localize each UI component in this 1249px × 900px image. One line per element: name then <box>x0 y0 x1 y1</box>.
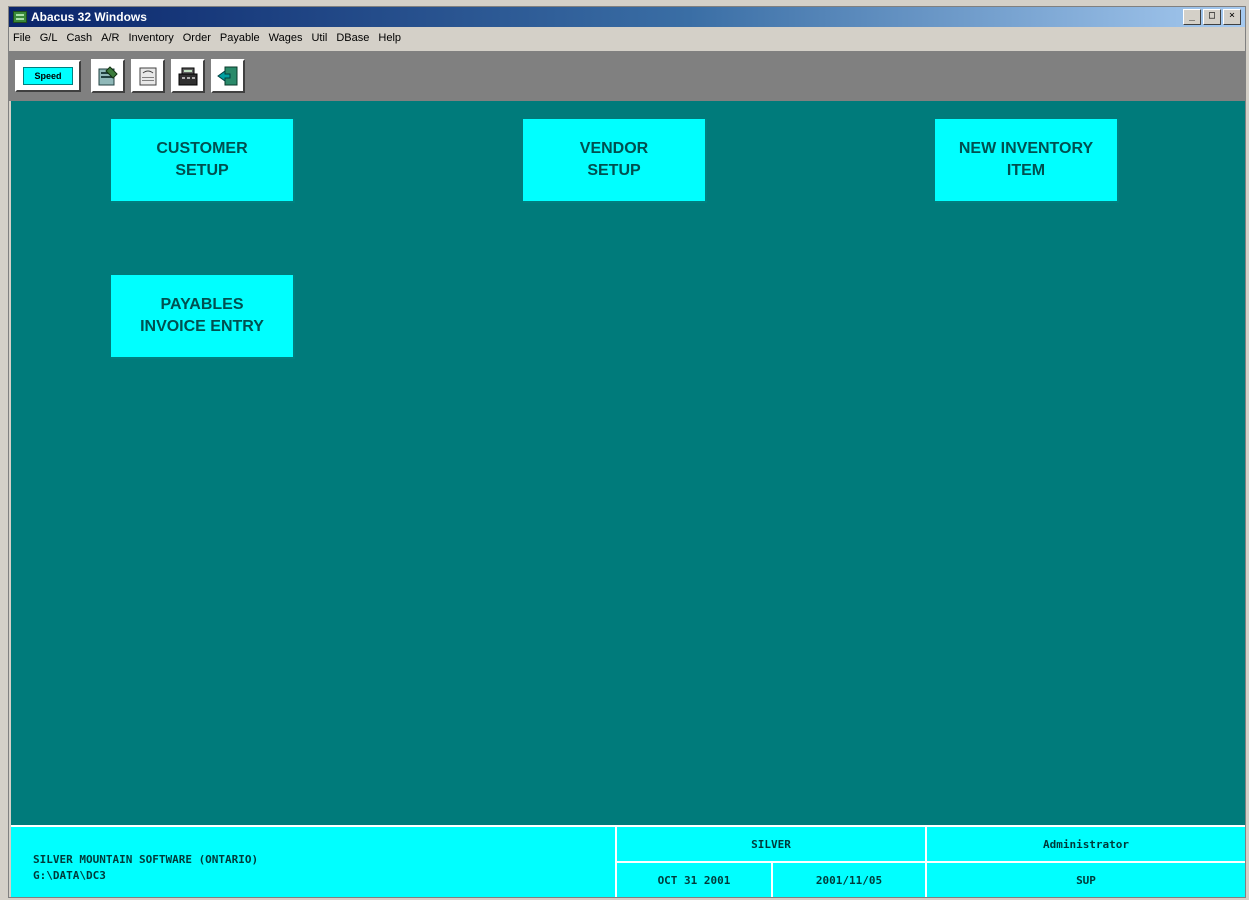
tile-label-line1: NEW INVENTORY <box>958 140 1094 157</box>
menu-dbase[interactable]: DBase <box>336 32 369 44</box>
menu-wages[interactable]: Wages <box>269 32 303 44</box>
new-inventory-item-tile[interactable]: NEW INVENTORY ITEM <box>935 119 1119 203</box>
tile-label-line1: PAYABLES <box>160 296 244 313</box>
company-name: SILVER MOUNTAIN SOFTWARE (ONTARIO) <box>33 853 259 866</box>
menu-gl[interactable]: G/L <box>40 32 58 44</box>
company-code: SILVER <box>617 827 927 861</box>
status-company-panel: SILVER MOUNTAIN SOFTWARE (ONTARIO) G:\DA… <box>11 827 617 897</box>
tile-label-line2: INVOICE ENTRY <box>140 318 264 335</box>
tile-label-line1: CUSTOMER <box>156 140 248 157</box>
tile-label-line2: SETUP <box>175 162 229 179</box>
app-icon[interactable] <box>13 11 27 23</box>
menu-util[interactable]: Util <box>311 32 327 44</box>
tile-label-line2: ITEM <box>1006 162 1046 179</box>
menu-cash[interactable]: Cash <box>66 32 92 44</box>
menu-bar: File G/L Cash A/R Inventory Order Payabl… <box>9 28 410 48</box>
title-bar[interactable]: Abacus 32 Windows _ □ × <box>9 7 1245 27</box>
status-bar: SILVER MOUNTAIN SOFTWARE (ONTARIO) G:\DA… <box>11 825 1245 897</box>
speed-button[interactable]: Speed <box>15 60 81 92</box>
system-date-text: 2001/11/05 <box>815 873 883 887</box>
register-tool-button[interactable] <box>171 59 205 93</box>
close-button[interactable]: × <box>1223 9 1241 25</box>
speed-label: Speed <box>23 67 73 85</box>
vendor-setup-tile[interactable]: VENDOR SETUP <box>523 119 707 203</box>
ledger-tool-button[interactable] <box>91 59 125 93</box>
app-window: Abacus 32 Windows _ □ × File G/L Cash A/… <box>8 6 1246 898</box>
window-controls: _ □ × <box>1183 9 1241 25</box>
company-code-text: SILVER <box>751 837 791 851</box>
menu-ar[interactable]: A/R <box>101 32 119 44</box>
speed-panel: CUSTOMER SETUP VENDOR SETUP NEW INVENTOR… <box>11 101 1245 827</box>
tile-label-line2: SETUP <box>587 162 641 179</box>
tile-label-line1: VENDOR <box>579 140 649 157</box>
payables-invoice-entry-tile[interactable]: PAYABLES INVOICE ENTRY <box>111 275 295 359</box>
toolbar: Speed <box>9 51 1245 101</box>
minimize-button[interactable]: _ <box>1183 9 1201 25</box>
data-path: G:\DATA\DC3 <box>33 869 106 882</box>
period-date-text: OCT 31 2001 <box>657 873 731 887</box>
customer-setup-tile[interactable]: CUSTOMER SETUP <box>111 119 295 203</box>
system-date: 2001/11/05 <box>773 863 927 897</box>
menu-help[interactable]: Help <box>378 32 401 44</box>
exit-door-icon <box>217 66 238 86</box>
cash-register-icon <box>178 67 198 86</box>
menu-file[interactable]: File <box>13 32 31 44</box>
ledger-pen-icon <box>98 66 118 86</box>
user-name-text: Administrator <box>1042 837 1130 851</box>
menu-inventory[interactable]: Inventory <box>129 32 174 44</box>
menu-payable[interactable]: Payable <box>220 32 260 44</box>
user-name: Administrator <box>927 827 1245 861</box>
period-date: OCT 31 2001 <box>617 863 773 897</box>
user-id-text: SUP <box>1076 873 1096 887</box>
notepad-icon <box>139 67 157 86</box>
window-title: Abacus 32 Windows <box>31 10 147 24</box>
maximize-button[interactable]: □ <box>1203 9 1221 25</box>
notepad-tool-button[interactable] <box>131 59 165 93</box>
exit-tool-button[interactable] <box>211 59 245 93</box>
menu-order[interactable]: Order <box>183 32 211 44</box>
user-id: SUP <box>927 863 1245 897</box>
